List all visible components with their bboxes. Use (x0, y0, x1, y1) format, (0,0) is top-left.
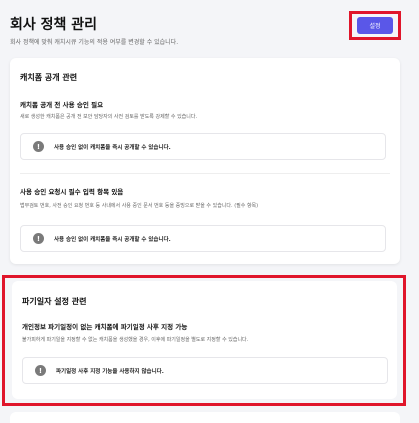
section-title: 캐치폼 공개 관련 (20, 73, 78, 82)
section-card-catchform-publish: 캐치폼 공개 관련 캐치폼 공개 전 사용 승인 필요 새로 생성한 캐치폼은 … (10, 58, 400, 264)
item-title: 개인정보 파기일정이 없는 캐치폼에 파기일정 사후 지정 가능 (22, 323, 188, 331)
item-title: 사용 승인 요청시 필수 입력 항목 있음 (20, 188, 124, 196)
section-title: 파기일자 설정 관련 (22, 297, 87, 306)
info-icon: ! (33, 233, 44, 244)
item-description: 법무검토 번호, 사전 승인 요청 번호 등 사내에서 사용 중인 문서 번호 … (20, 203, 259, 209)
section-highlight: 파기일자 설정 관련 개인정보 파기일정이 없는 캐치폼에 파기일정 사후 지정… (2, 275, 406, 406)
status-text: 파기일정 사후 지정 기능을 사용하지 않습니다. (56, 368, 164, 375)
setting-button[interactable]: 설정 (357, 17, 393, 34)
status-text: 사용 승인 없이 캐치폼을 즉시 공개할 수 있습니다. (54, 236, 171, 243)
section-card-disposal-date: 파기일자 설정 관련 개인정보 파기일정이 없는 캐치폼에 파기일정 사후 지정… (12, 281, 397, 399)
info-icon: ! (33, 141, 44, 152)
status-box: ! 사용 승인 없이 캐치폼을 즉시 공개할 수 있습니다. (20, 225, 386, 252)
page-subtitle: 회사 정책에 맞춰 캐치시큐 기능의 적용 여부를 변경할 수 있습니다. (10, 39, 179, 46)
item-description: 불가피하게 파기일을 지정할 수 없는 캐치폼을 생성했을 경우, 이후에 파기… (22, 337, 249, 343)
divider (20, 173, 390, 174)
status-box: ! 파기일정 사후 지정 기능을 사용하지 않습니다. (22, 357, 388, 384)
status-text: 사용 승인 없이 캐치폼을 즉시 공개할 수 있습니다. (54, 144, 171, 151)
item-description: 새로 생성한 캐치폼은 공개 전 보안 담당자의 사전 검토를 받도록 강제할 … (20, 114, 198, 120)
next-card-edge (10, 412, 400, 423)
info-icon: ! (35, 365, 46, 376)
page-title: 회사 정책 관리 (10, 17, 98, 33)
status-box: ! 사용 승인 없이 캐치폼을 즉시 공개할 수 있습니다. (20, 133, 386, 160)
item-title: 캐치폼 공개 전 사용 승인 필요 (20, 101, 104, 109)
setting-button-highlight: 설정 (349, 11, 401, 40)
